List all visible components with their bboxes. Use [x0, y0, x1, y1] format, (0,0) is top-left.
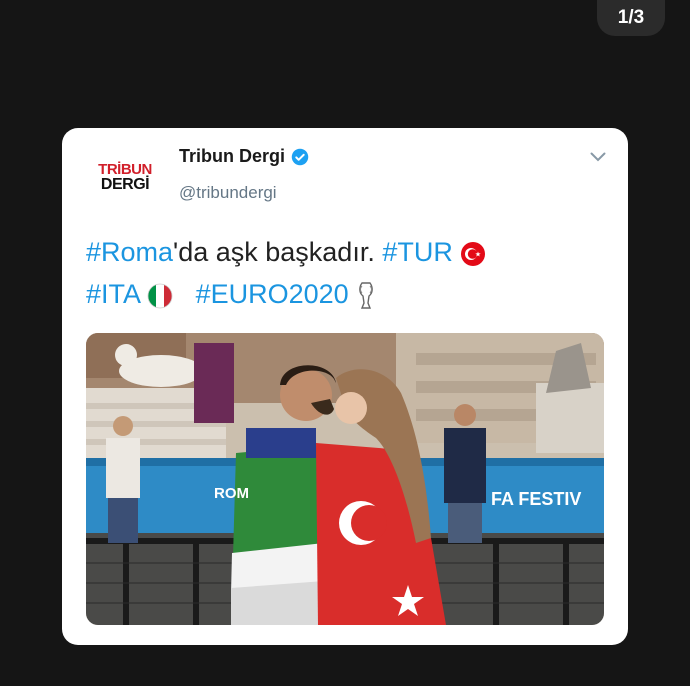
- italy-flag-icon: [147, 283, 173, 309]
- hashtag-euro2020[interactable]: #EURO2020: [196, 279, 349, 309]
- chevron-down-icon[interactable]: [590, 152, 606, 162]
- photo-scene: ROM FA FESTIV: [86, 333, 604, 625]
- author-handle[interactable]: @tribundergi: [179, 183, 277, 203]
- verified-badge-icon: [291, 148, 309, 165]
- euro-banner: [194, 343, 234, 423]
- author-name[interactable]: Tribun Dergi: [179, 146, 285, 167]
- hashtag-roma[interactable]: #Roma: [86, 237, 173, 267]
- trophy-icon: [359, 282, 373, 309]
- banner-right-text: FA FESTIV: [491, 489, 581, 509]
- avatar-logo-bottom: DERGİ: [100, 175, 150, 193]
- man-right: [444, 428, 486, 503]
- hashtag-ita[interactable]: #ITA: [86, 279, 140, 309]
- tweet-card[interactable]: TRİBUN DERGİ Tribun Dergi @tribundergi #…: [62, 128, 628, 645]
- avatar-logo-top: TRİBUN: [98, 160, 152, 178]
- tweet-photo[interactable]: ROM FA FESTIV: [86, 333, 604, 625]
- turkey-flag-icon: [461, 241, 486, 266]
- banner-left-text: ROM: [214, 485, 249, 502]
- avatar[interactable]: TRİBUN DERGİ: [86, 138, 164, 216]
- tweet-text-segment: 'da aşk başkadır.: [173, 237, 383, 267]
- author-name-row[interactable]: Tribun Dergi: [179, 146, 309, 167]
- story-counter: 1/3: [597, 0, 665, 36]
- photographer: [106, 438, 140, 498]
- tweet-text: #Roma'da aşk başkadır. #TUR #ITA #EURO20…: [86, 231, 606, 315]
- hashtag-tur[interactable]: #TUR: [382, 237, 453, 267]
